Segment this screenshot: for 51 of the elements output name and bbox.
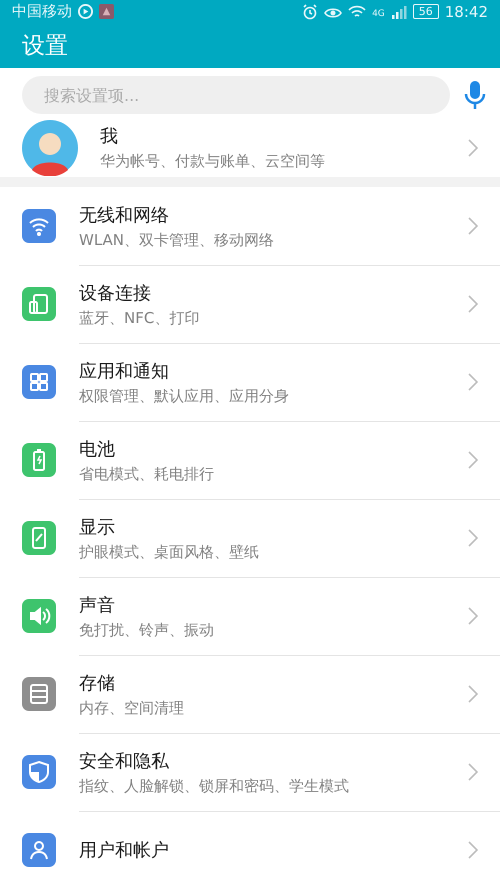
microphone-icon[interactable] [464,80,486,110]
chevron-icon [468,295,478,313]
app-icon [99,4,114,20]
item-title: 无线和网络 [79,204,170,226]
avatar [22,120,78,176]
chevron-icon [468,685,478,703]
clock: 18:42 [444,2,488,21]
chevron-icon [468,138,478,157]
settings-item[interactable]: 用户和帐户 [0,811,500,889]
chevron-icon [468,217,478,235]
settings-item[interactable]: 电池 省电模式、耗电排行 [0,421,500,499]
item-subtitle: 蓝牙、NFC、打印 [79,308,200,328]
item-subtitle: 内存、空间清理 [79,698,185,718]
chevron-icon [468,373,478,391]
settings-item[interactable]: 设备连接 蓝牙、NFC、打印 [0,265,500,343]
signal-icon [390,4,407,19]
chevron-icon [468,841,478,859]
chevron-icon [468,529,478,547]
play-icon [78,4,93,20]
item-subtitle: 护眼模式、桌面风格、壁纸 [79,542,260,562]
item-title: 存储 [79,672,116,694]
item-title: 电池 [79,438,116,460]
settings-item[interactable]: 应用和通知 权限管理、默认应用、应用分身 [0,343,500,421]
item-title: 声音 [79,594,116,616]
alarm-icon [302,4,318,20]
item-subtitle: 省电模式、耗电排行 [79,464,215,484]
item-title: 显示 [79,516,116,538]
profile-row[interactable]: 我 华为帐号、付款与账单、云空间等 [0,118,500,187]
network-type: 4G [372,8,385,19]
item-subtitle: 权限管理、默认应用、应用分身 [79,386,290,406]
item-subtitle: WLAN、双卡管理、移动网络 [79,230,276,250]
item-subtitle: 免打扰、铃声、振动 [79,620,215,640]
page-title: 设置 [22,32,68,62]
item-title: 安全和隐私 [79,750,170,772]
item-subtitle: 指纹、人脸解锁、锁屏和密码、学生模式 [79,776,350,796]
profile-name: 我 [100,125,119,148]
search-field[interactable]: 搜索设置项... [22,76,450,114]
settings-item[interactable]: 显示 护眼模式、桌面风格、壁纸 [0,499,500,577]
chevron-icon [468,451,478,469]
profile-subtitle: 华为帐号、付款与账单、云空间等 [100,152,326,172]
item-title: 应用和通知 [79,360,170,382]
battery-level: 56 [412,4,439,20]
chevron-icon [468,763,478,781]
chevron-icon [468,607,478,625]
carrier-name: 中国移动 [12,2,72,22]
settings-item[interactable]: 声音 免打扰、铃声、振动 [0,577,500,655]
settings-item[interactable]: 无线和网络 WLAN、双卡管理、移动网络 [0,187,500,265]
settings-item[interactable]: 安全和隐私 指纹、人脸解锁、锁屏和密码、学生模式 [0,733,500,811]
settings-item[interactable]: 存储 内存、空间清理 [0,655,500,733]
item-title: 用户和帐户 [79,839,170,862]
item-title: 设备连接 [79,282,152,304]
